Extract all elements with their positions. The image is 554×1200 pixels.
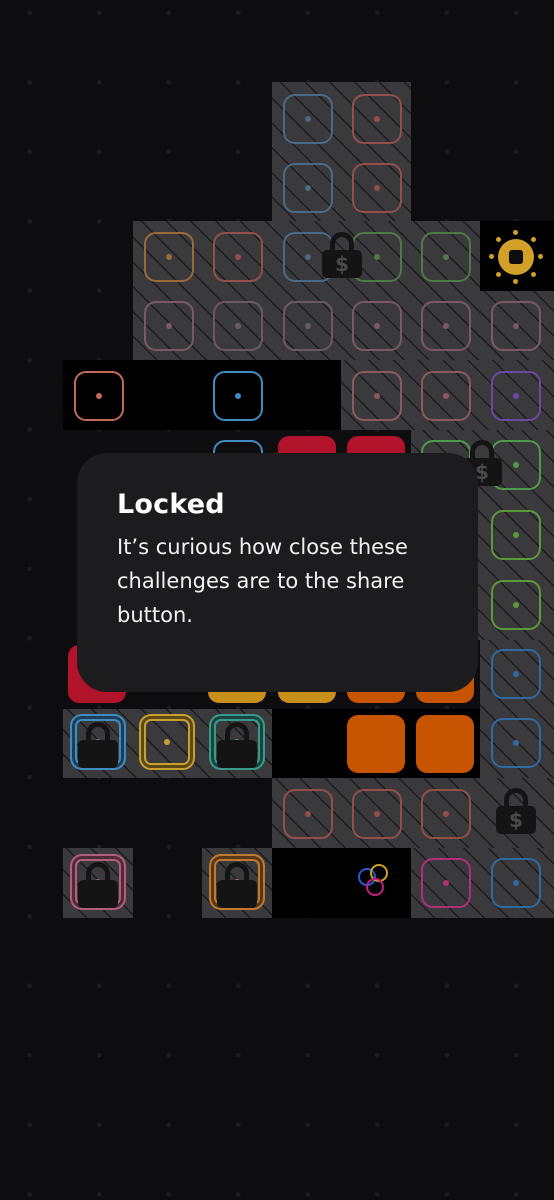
level-cell[interactable] [213,371,263,421]
level-cell[interactable] [139,714,195,770]
level-cell[interactable] [491,649,541,699]
sun-icon[interactable] [488,229,544,285]
dialog-message: It’s curious how close these challenges … [117,535,408,627]
level-cell[interactable] [352,94,402,144]
level-cell[interactable] [283,789,333,839]
level-cell[interactable] [421,371,471,421]
level-cell[interactable] [352,789,402,839]
level-cell[interactable] [144,232,194,282]
level-cell-complete[interactable] [347,715,405,773]
level-cell[interactable] [283,301,333,351]
level-cell[interactable] [421,301,471,351]
locked-dialog[interactable]: Locked It’s curious how close these chal… [77,453,478,692]
level-cell[interactable] [421,858,471,908]
level-cell[interactable] [283,94,333,144]
level-cell[interactable] [74,371,124,421]
level-cell[interactable] [421,789,471,839]
level-cell-complete[interactable] [416,715,474,773]
padlock-dollar-icon[interactable]: $ [496,788,536,834]
level-cell[interactable] [213,232,263,282]
padlock-icon[interactable] [217,862,257,908]
level-cell[interactable] [352,371,402,421]
level-cell[interactable] [491,510,541,560]
level-cell[interactable] [213,301,263,351]
level-cell[interactable] [283,163,333,213]
level-cell[interactable] [491,580,541,630]
dialog-title: Locked [117,489,225,520]
level-cell[interactable] [491,371,541,421]
padlock-icon[interactable] [217,722,257,768]
level-cell[interactable] [421,232,471,282]
level-cell[interactable] [491,301,541,351]
padlock-icon[interactable] [78,722,118,768]
level-cell[interactable] [491,858,541,908]
level-cell[interactable] [352,301,402,351]
level-cell[interactable] [144,301,194,351]
share-circles-icon[interactable] [356,862,396,902]
padlock-icon[interactable] [78,862,118,908]
level-cell[interactable] [491,718,541,768]
level-cell[interactable] [352,163,402,213]
padlock-dollar-icon[interactable]: $ [322,232,362,278]
